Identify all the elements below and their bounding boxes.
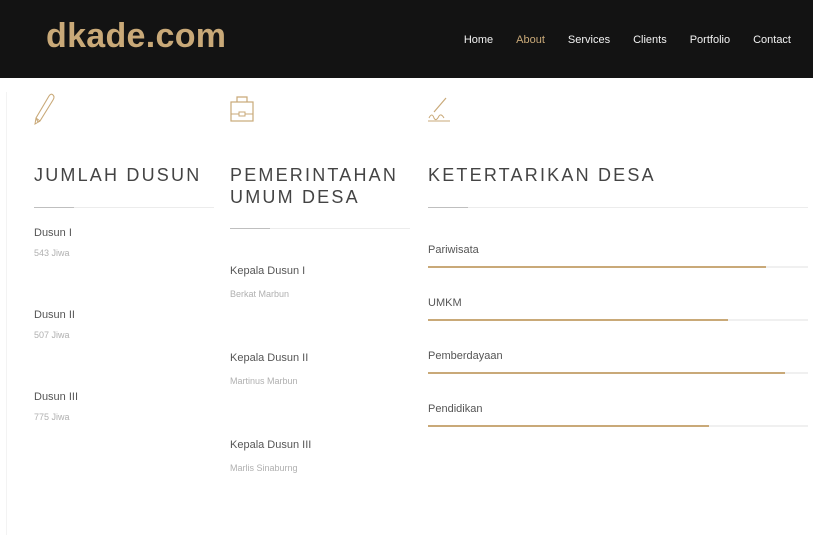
nav-home[interactable]: Home xyxy=(464,34,493,46)
list-item: Kepala Dusun I Berkat Marbun xyxy=(230,265,410,299)
skill-item: Pemberdayaan xyxy=(428,350,808,374)
item-subtitle: Berkat Marbun xyxy=(230,289,290,299)
signature-icon xyxy=(426,92,808,132)
briefcase-icon xyxy=(228,92,410,132)
list-item: Dusun I 543 Jiwa xyxy=(34,227,214,258)
heading-pemerintahan: PEMERINTAHAN UMUM DESA xyxy=(230,164,410,208)
item-subtitle: Marlis Sinaburng xyxy=(230,463,298,473)
item-subtitle: 507 Jiwa xyxy=(34,330,70,340)
skill-name: UMKM xyxy=(428,297,462,309)
main-nav: Home About Services Clients Portfolio Co… xyxy=(464,34,791,46)
nav-services[interactable]: Services xyxy=(568,34,610,46)
skill-track xyxy=(428,266,808,268)
skill-name: Pemberdayaan xyxy=(428,350,503,362)
skill-progress xyxy=(428,266,767,268)
skill-track xyxy=(428,372,808,374)
nav-clients[interactable]: Clients xyxy=(633,34,667,46)
item-title: Dusun I xyxy=(34,227,72,239)
heading-line: PEMERINTAHAN xyxy=(230,165,399,185)
page-edge-line xyxy=(6,92,7,535)
divider xyxy=(230,228,410,229)
nav-portfolio[interactable]: Portfolio xyxy=(690,34,730,46)
item-title: Kepala Dusun III xyxy=(230,439,312,451)
heading-jumlah-dusun: JUMLAH DUSUN xyxy=(34,165,202,185)
skill-track xyxy=(428,319,808,321)
list-item: Kepala Dusun III Marlis Sinaburng xyxy=(230,439,410,473)
item-subtitle: 775 Jiwa xyxy=(34,412,70,422)
heading-ketertarikan: KETERTARIKAN DESA xyxy=(428,165,656,185)
item-subtitle: 543 Jiwa xyxy=(34,248,70,258)
skill-progress xyxy=(428,319,729,321)
item-title: Kepala Dusun I xyxy=(230,265,306,277)
skill-progress xyxy=(428,372,786,374)
heading-line: UMUM DESA xyxy=(230,187,360,207)
top-navbar: dkade.com Home About Services Clients Po… xyxy=(0,0,813,78)
list-item: Kepala Dusun II Martinus Marbun xyxy=(230,352,410,386)
skill-item: UMKM xyxy=(428,297,808,321)
nav-about[interactable]: About xyxy=(516,34,545,46)
item-title: Kepala Dusun II xyxy=(230,352,309,364)
list-item: Dusun II 507 Jiwa xyxy=(34,309,214,340)
skill-item: Pariwisata xyxy=(428,244,808,268)
skill-name: Pariwisata xyxy=(428,244,479,256)
column-jumlah-dusun: JUMLAH DUSUN Dusun I 543 Jiwa Dusun II 5… xyxy=(34,92,214,422)
skill-item: Pendidikan xyxy=(428,403,808,427)
divider xyxy=(428,207,808,208)
site-logo[interactable]: dkade.com xyxy=(46,16,226,56)
item-subtitle: Martinus Marbun xyxy=(230,376,298,386)
list-item: Dusun III 775 Jiwa xyxy=(34,391,214,422)
item-title: Dusun III xyxy=(34,391,79,403)
column-pemerintahan: PEMERINTAHAN UMUM DESA Kepala Dusun I Be… xyxy=(230,92,410,473)
column-ketertarikan: KETERTARIKAN DESA Pariwisata UMKM Pember… xyxy=(428,92,808,427)
skill-progress xyxy=(428,425,710,427)
skill-name: Pendidikan xyxy=(428,403,483,415)
nav-contact[interactable]: Contact xyxy=(753,34,791,46)
item-title: Dusun II xyxy=(34,309,75,321)
pencil-icon xyxy=(32,92,214,132)
skill-track xyxy=(428,425,808,427)
divider xyxy=(34,207,214,208)
